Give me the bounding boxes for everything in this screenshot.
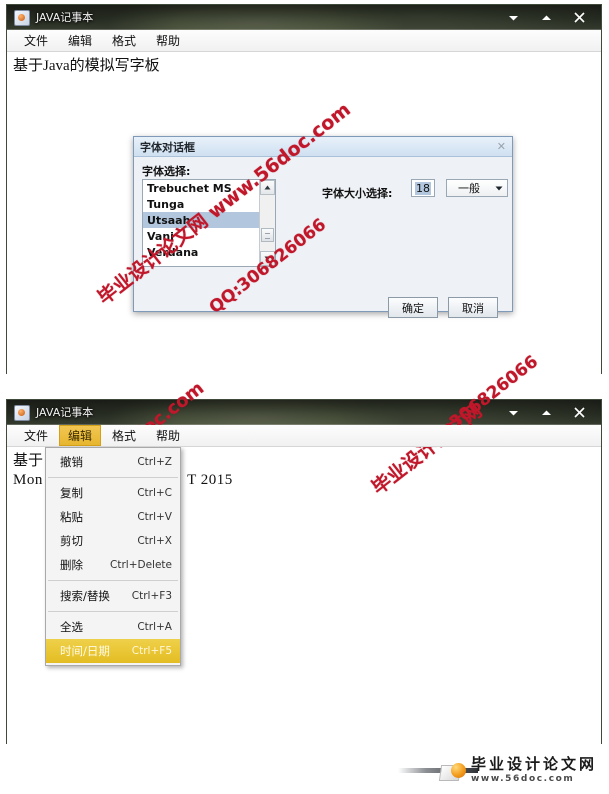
maximize-icon[interactable]: [541, 14, 552, 22]
menu-edit[interactable]: 编辑: [59, 30, 101, 51]
window-controls: [508, 12, 601, 23]
menu-item-label: 撤销: [60, 455, 83, 469]
menu-item-label: 复制: [60, 486, 83, 500]
title-bar[interactable]: JAVA记事本: [7, 5, 601, 30]
font-dialog[interactable]: 字体对话框 ✕ 字体选择: Trebuchet MS Tunga Utsaah …: [133, 136, 513, 318]
list-item[interactable]: Vani: [143, 228, 259, 244]
window-controls: [508, 407, 601, 418]
minimize-icon[interactable]: [508, 409, 519, 417]
app-icon: [14, 404, 30, 421]
editor-line-2-head: Mon: [13, 472, 48, 488]
graduation-paper-logo-icon: [438, 761, 466, 781]
menu-file[interactable]: 文件: [15, 425, 57, 446]
title-bar[interactable]: JAVA记事本: [7, 400, 601, 425]
menu-format[interactable]: 格式: [103, 425, 145, 446]
menu-item-accel: Ctrl+A: [137, 621, 172, 633]
close-icon[interactable]: ✕: [497, 140, 506, 153]
font-size-value: 18: [415, 181, 431, 195]
list-item[interactable]: Trebuchet MS: [143, 180, 259, 196]
font-size-input[interactable]: 18: [411, 179, 435, 197]
editor-line-2-tail: T 2015: [187, 472, 233, 488]
minimize-icon[interactable]: [508, 14, 519, 22]
cancel-button[interactable]: 取消: [448, 297, 498, 318]
list-item-selected[interactable]: Utsaah: [143, 212, 259, 228]
menu-separator: [48, 477, 178, 478]
menu-item-accel: Ctrl+F5: [131, 645, 172, 657]
app-icon: [14, 9, 30, 26]
menu-bar[interactable]: 文件 编辑 格式 帮助: [7, 30, 601, 52]
font-list-scrollbar[interactable]: [259, 180, 275, 266]
menu-item-search-replace[interactable]: 搜索/替换 Ctrl+F3: [46, 584, 180, 608]
text-editor-area[interactable]: 基于 Mon T 2015 撤销 Ctrl+Z 复制 Ctrl+C 粘贴 Ctr…: [7, 447, 601, 744]
list-item[interactable]: Tunga: [143, 196, 259, 212]
font-list-items[interactable]: Trebuchet MS Tunga Utsaah Vani Verdana: [143, 180, 259, 266]
font-dialog-body: 字体选择: Trebuchet MS Tunga Utsaah Vani Ver…: [134, 157, 512, 318]
close-icon[interactable]: [574, 407, 585, 418]
menu-bar[interactable]: 文件 编辑 格式 帮助: [7, 425, 601, 447]
notepad-window-top[interactable]: JAVA记事本 文件 编辑 格式 帮助 基于Java的模拟写字板 字体对话框 ✕: [6, 4, 602, 374]
scroll-up-icon[interactable]: [260, 180, 275, 195]
font-list[interactable]: Trebuchet MS Tunga Utsaah Vani Verdana: [142, 179, 276, 267]
menu-item-select-all[interactable]: 全选 Ctrl+A: [46, 615, 180, 639]
chevron-down-icon[interactable]: [491, 186, 507, 191]
menu-item-label: 删除: [60, 558, 83, 572]
menu-item-copy[interactable]: 复制 Ctrl+C: [46, 481, 180, 505]
menu-help[interactable]: 帮助: [147, 30, 189, 51]
menu-separator: [48, 580, 178, 581]
menu-item-datetime[interactable]: 时间/日期 Ctrl+F5: [46, 639, 180, 663]
footer-site-name-cn: 毕业设计论文网: [471, 755, 598, 773]
editor-line-1: 基于Java的模拟写字板: [13, 58, 160, 74]
menu-item-delete[interactable]: 删除 Ctrl+Delete: [46, 553, 180, 577]
font-select-label: 字体选择:: [142, 165, 191, 178]
edit-menu-popup[interactable]: 撤销 Ctrl+Z 复制 Ctrl+C 粘贴 Ctrl+V 剪切 Ctrl+X …: [45, 447, 181, 666]
footer-logo: 毕业设计论文网 www.56doc.com: [438, 755, 598, 784]
menu-item-accel: Ctrl+Z: [137, 456, 172, 468]
footer-site-url: www.56doc.com: [471, 774, 575, 784]
font-style-value: 一般: [458, 182, 480, 195]
menu-separator: [48, 611, 178, 612]
menu-item-label: 全选: [60, 620, 83, 634]
menu-item-undo[interactable]: 撤销 Ctrl+Z: [46, 450, 180, 474]
menu-item-accel: Ctrl+V: [137, 511, 172, 523]
ok-button[interactable]: 确定: [388, 297, 438, 318]
menu-format[interactable]: 格式: [103, 30, 145, 51]
window-title: JAVA记事本: [36, 11, 94, 24]
menu-item-label: 粘贴: [60, 510, 83, 524]
scroll-down-icon[interactable]: [260, 251, 275, 266]
close-icon[interactable]: [574, 12, 585, 23]
font-size-label: 字体大小选择:: [322, 187, 393, 200]
menu-item-accel: Ctrl+C: [137, 487, 172, 499]
menu-item-label: 时间/日期: [60, 644, 110, 658]
menu-edit[interactable]: 编辑: [59, 425, 102, 446]
menu-item-label: 搜索/替换: [60, 589, 110, 603]
scrollbar-thumb[interactable]: [261, 228, 274, 242]
menu-file[interactable]: 文件: [15, 30, 57, 51]
window-title: JAVA记事本: [36, 406, 94, 419]
menu-item-accel: Ctrl+X: [137, 535, 172, 547]
menu-help[interactable]: 帮助: [147, 425, 189, 446]
notepad-window-bottom[interactable]: JAVA记事本 文件 编辑 格式 帮助 基于 Mon T 2015 撤销 Ctr…: [6, 399, 602, 744]
menu-item-cut[interactable]: 剪切 Ctrl+X: [46, 529, 180, 553]
font-dialog-title-bar[interactable]: 字体对话框 ✕: [134, 137, 512, 157]
font-style-dropdown[interactable]: 一般: [446, 179, 508, 197]
menu-item-label: 剪切: [60, 534, 83, 548]
menu-item-paste[interactable]: 粘贴 Ctrl+V: [46, 505, 180, 529]
font-dialog-title: 字体对话框: [140, 140, 195, 154]
list-item[interactable]: Verdana: [143, 244, 259, 260]
menu-item-accel: Ctrl+Delete: [110, 559, 172, 571]
maximize-icon[interactable]: [541, 409, 552, 417]
menu-item-accel: Ctrl+F3: [131, 590, 172, 602]
